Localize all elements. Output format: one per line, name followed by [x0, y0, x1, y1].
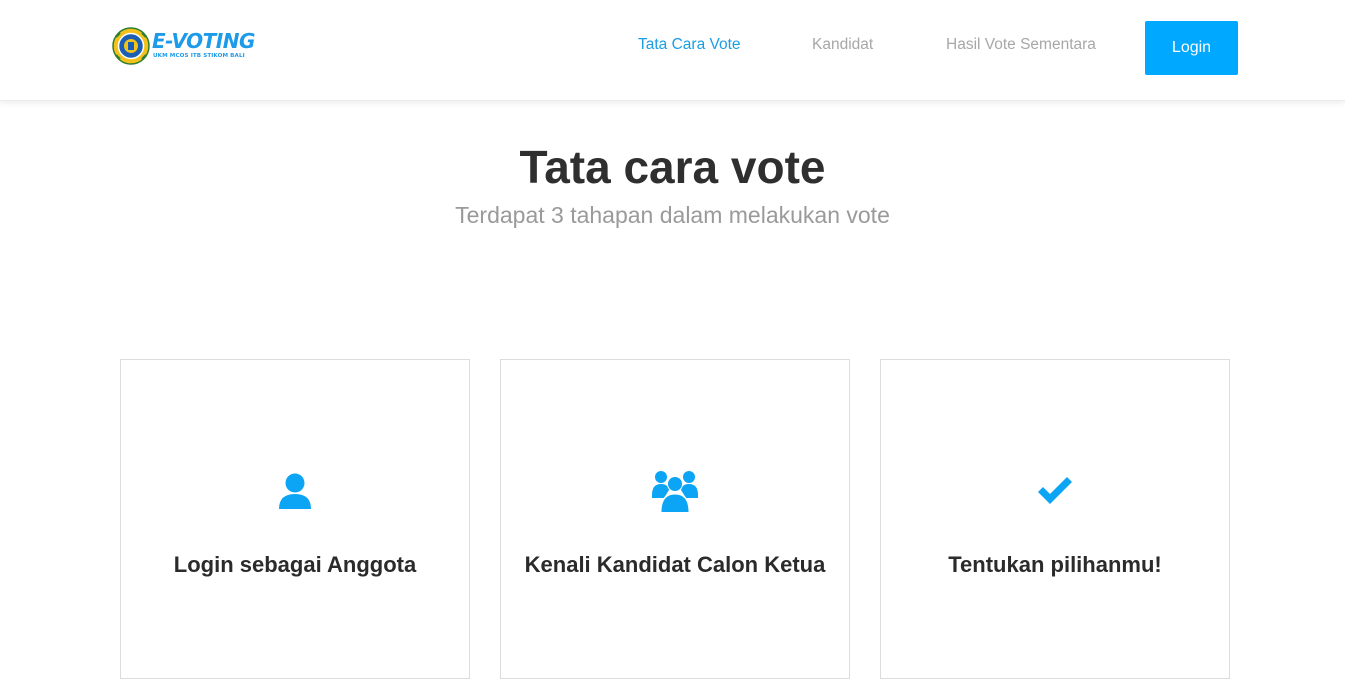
- step-title: Kenali Kandidat Calon Ketua: [524, 552, 826, 577]
- page-title: Tata cara vote: [519, 141, 826, 193]
- brand-title: E-VOTING: [152, 29, 255, 53]
- check-icon: [1038, 477, 1072, 504]
- step-card-kandidat: Kenali Kandidat Calon Ketua: [500, 359, 850, 679]
- user-icon: [279, 473, 311, 509]
- org-seal-icon: [112, 27, 150, 65]
- nav-hasil-vote-sementara[interactable]: Hasil Vote Sementara: [946, 36, 1096, 54]
- nav-kandidat[interactable]: Kandidat: [812, 36, 873, 54]
- nav-tata-cara-vote[interactable]: Tata Cara Vote: [638, 36, 741, 54]
- brand-logo[interactable]: E-VOTING UKM MCOS ITB STIKOM BALI: [112, 27, 272, 67]
- step-card-pilihan: Tentukan pilihanmu!: [880, 359, 1230, 679]
- login-button[interactable]: Login: [1145, 21, 1238, 75]
- step-title: Tentukan pilihanmu!: [948, 552, 1162, 577]
- navbar: E-VOTING UKM MCOS ITB STIKOM BALI Tata C…: [0, 0, 1345, 101]
- step-card-login: Login sebagai Anggota: [120, 359, 470, 679]
- brand-subtitle: UKM MCOS ITB STIKOM BALI: [153, 53, 245, 59]
- users-icon: [652, 471, 698, 512]
- page-subtitle: Terdapat 3 tahapan dalam melakukan vote: [455, 202, 890, 228]
- step-title: Login sebagai Anggota: [173, 552, 417, 577]
